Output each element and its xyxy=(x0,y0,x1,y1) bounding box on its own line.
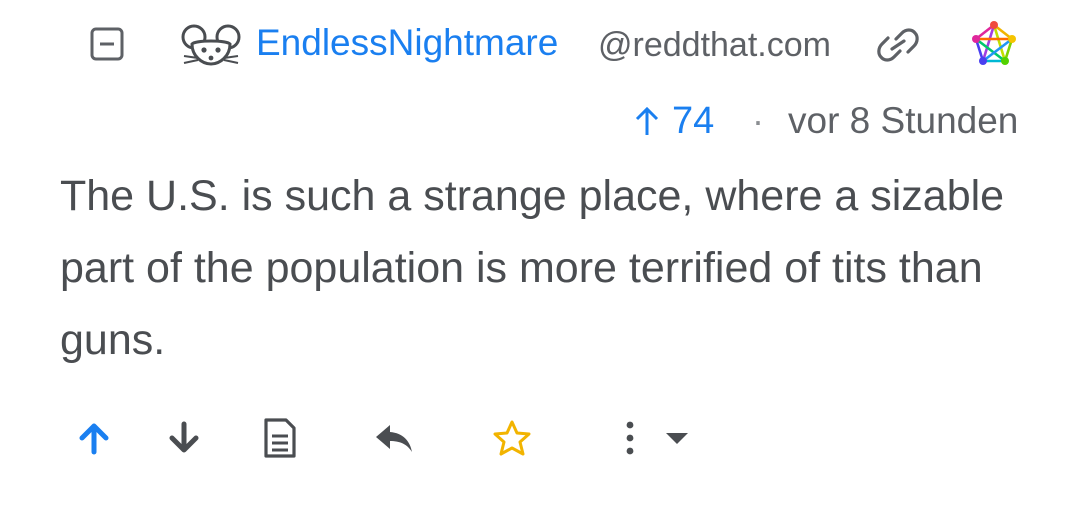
downvote-icon xyxy=(169,421,199,453)
comment-timestamp: vor 8 Stunden xyxy=(788,100,1019,141)
fediverse-button[interactable] xyxy=(970,20,1018,68)
view-source-icon xyxy=(264,418,296,458)
collapse-button[interactable] xyxy=(88,25,126,63)
collapse-icon xyxy=(90,27,124,61)
username-link[interactable]: EndlessNightmare xyxy=(256,18,558,68)
score-arrow-icon xyxy=(635,106,659,135)
instance-domain: @reddthat.com xyxy=(598,26,831,64)
reply-button[interactable] xyxy=(366,412,422,464)
comment-text: The U.S. is such a strange place, where … xyxy=(60,172,1005,364)
score-display: 74 xyxy=(634,96,714,146)
upvote-icon xyxy=(79,423,109,455)
score-value: 74 xyxy=(672,100,715,142)
reply-icon xyxy=(376,425,412,452)
save-star-icon xyxy=(493,420,531,456)
link-icon xyxy=(877,28,919,62)
save-button[interactable] xyxy=(486,412,538,464)
user-avatar[interactable] xyxy=(180,22,242,68)
permalink-button[interactable] xyxy=(876,25,920,65)
upvote-button[interactable] xyxy=(70,412,118,464)
fediverse-icon xyxy=(972,21,1016,65)
meta-separator: · xyxy=(752,100,764,141)
mouse-avatar-icon xyxy=(181,24,241,66)
view-source-button[interactable] xyxy=(256,412,304,464)
downvote-button[interactable] xyxy=(160,412,208,464)
more-options-icon xyxy=(626,421,688,455)
more-options-button[interactable] xyxy=(616,412,696,464)
